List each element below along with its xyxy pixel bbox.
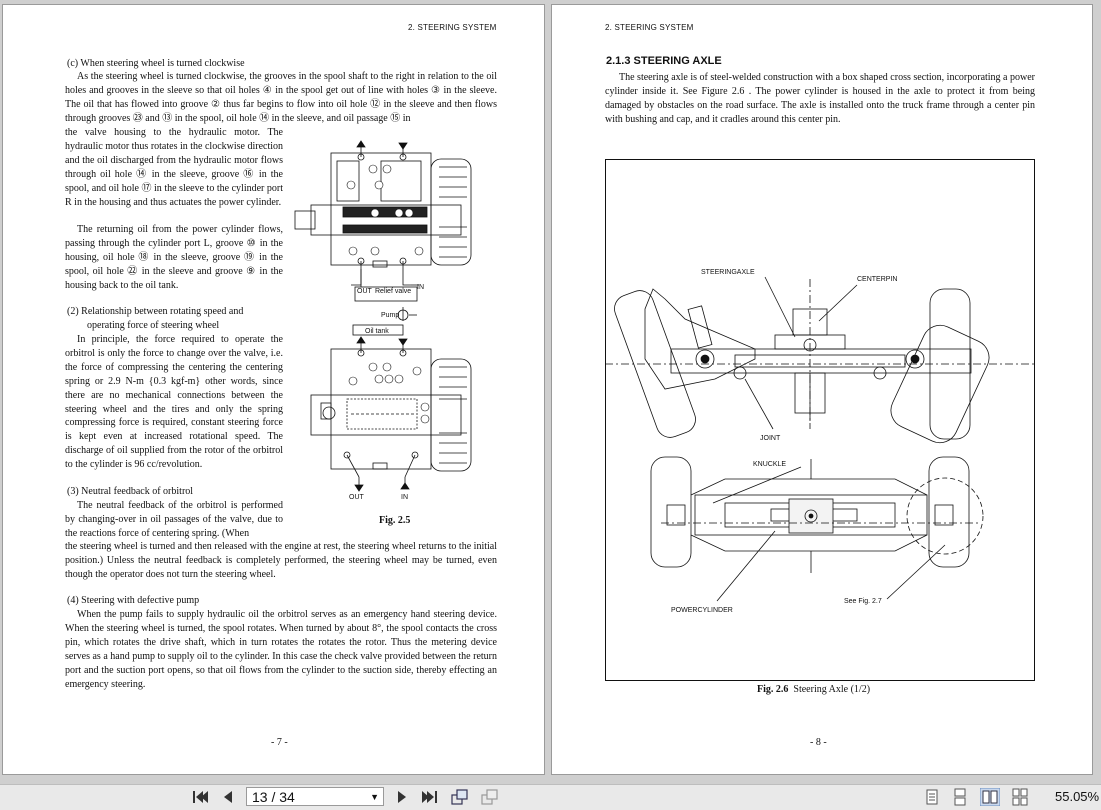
fig26-label-power-cylinder: POWERCYLINDER [671,607,733,614]
fig26-label-knuckle: KNUCKLE [753,461,786,468]
section-4-paragraph: When the pump fails to supply hydraulic … [65,609,497,690]
figure-2-6-caption: Fig. 2.6 Steering Axle (1/2) [757,684,870,695]
figure-2-5-caption: Fig. 2.5 [379,515,411,526]
page-7: 2. STEERING SYSTEM (c) When steering whe… [3,5,544,774]
continuous-view-icon[interactable] [950,788,970,806]
page-number: - 7 - [271,737,288,748]
fig25-label-in-lower: IN [401,494,408,501]
two-page-continuous-view-icon[interactable] [1010,788,1030,806]
figure-2-5-hydraulic-diagram: OUT Relief valve IN Pump Oil tank OUT IN [294,140,472,501]
section-3-heading: (3) Neutral feedback of orbitrol [67,486,194,497]
page-indicator: 13 / 34 [252,789,295,805]
fig25-label-out-lower: OUT [349,494,365,501]
extract-page-icon[interactable] [480,788,500,806]
two-page-view-icon[interactable] [980,788,1000,806]
running-head: 2. STEERING SYSTEM [408,23,497,32]
running-head: 2. STEERING SYSTEM [605,23,694,32]
viewer-toolbar: 13 / 34 ▼ 55.05% [0,784,1101,810]
fig25-label-oil-tank: Oil tank [365,328,389,335]
section-c-paragraph-1-continued: the valve housing to the hydraulic motor… [65,127,283,208]
section-c-heading: (c) When steering wheel is turned clockw… [67,58,245,69]
document-viewport[interactable]: 2. STEERING SYSTEM (c) When steering whe… [0,0,1101,784]
last-page-icon[interactable] [420,788,440,806]
fig26-label-joint: JOINT [760,435,781,442]
chevron-down-icon[interactable]: ▼ [370,788,379,807]
figure-2-6-caption-number: Fig. 2.6 [757,684,789,695]
figure-2-6-caption-text: Steering Axle (1/2) [793,684,871,695]
steering-axle-paragraph: The steering axle is of steel-welded con… [605,72,1035,125]
fig26-label-see-fig: See Fig. 2.7 [844,598,882,605]
fig25-label-pump: Pump [381,312,399,319]
fig25-label-relief-valve: Relief valve [375,288,411,295]
fig26-label-steering-axle: STEERINGAXLE [701,269,755,276]
figure-2-6-steering-axle-diagram: STEERINGAXLE CENTERPIN JOINT KNUCKLE POW… [605,159,1035,681]
section-3-paragraph-b: the steering wheel is turned and then re… [65,541,497,580]
fig26-label-centerpin: CENTERPIN [857,276,897,283]
section-2-paragraph: In principle, the force required to oper… [65,334,283,471]
section-2-heading-line2: operating force of steering wheel [87,320,220,331]
page-number-input[interactable]: 13 / 34 ▼ [246,787,384,806]
zoom-level[interactable]: 55.05% [1055,789,1099,804]
page-number: - 8 - [810,737,827,748]
fig25-label-out: OUT [357,288,373,295]
rotate-page-icon[interactable] [450,788,470,806]
section-c-paragraph-1: As the steering wheel is turned clockwis… [65,71,497,124]
section-2-heading-line1: (2) Relationship between rotating speed … [67,306,244,317]
first-page-icon[interactable] [190,788,210,806]
section-title: 2.1.3 STEERING AXLE [606,55,722,67]
section-c-paragraph-2: The returning oil from the power cylinde… [65,224,283,291]
next-page-icon[interactable] [392,788,412,806]
fig25-label-in: IN [417,284,424,291]
page-8: 2. STEERING SYSTEM 2.1.3 STEERING AXLE T… [552,5,1092,774]
previous-page-icon[interactable] [218,788,238,806]
section-3-paragraph-a: The neutral feedback of the orbitrol is … [65,500,283,539]
section-4-heading: (4) Steering with defective pump [67,595,200,606]
single-page-view-icon[interactable] [922,788,942,806]
